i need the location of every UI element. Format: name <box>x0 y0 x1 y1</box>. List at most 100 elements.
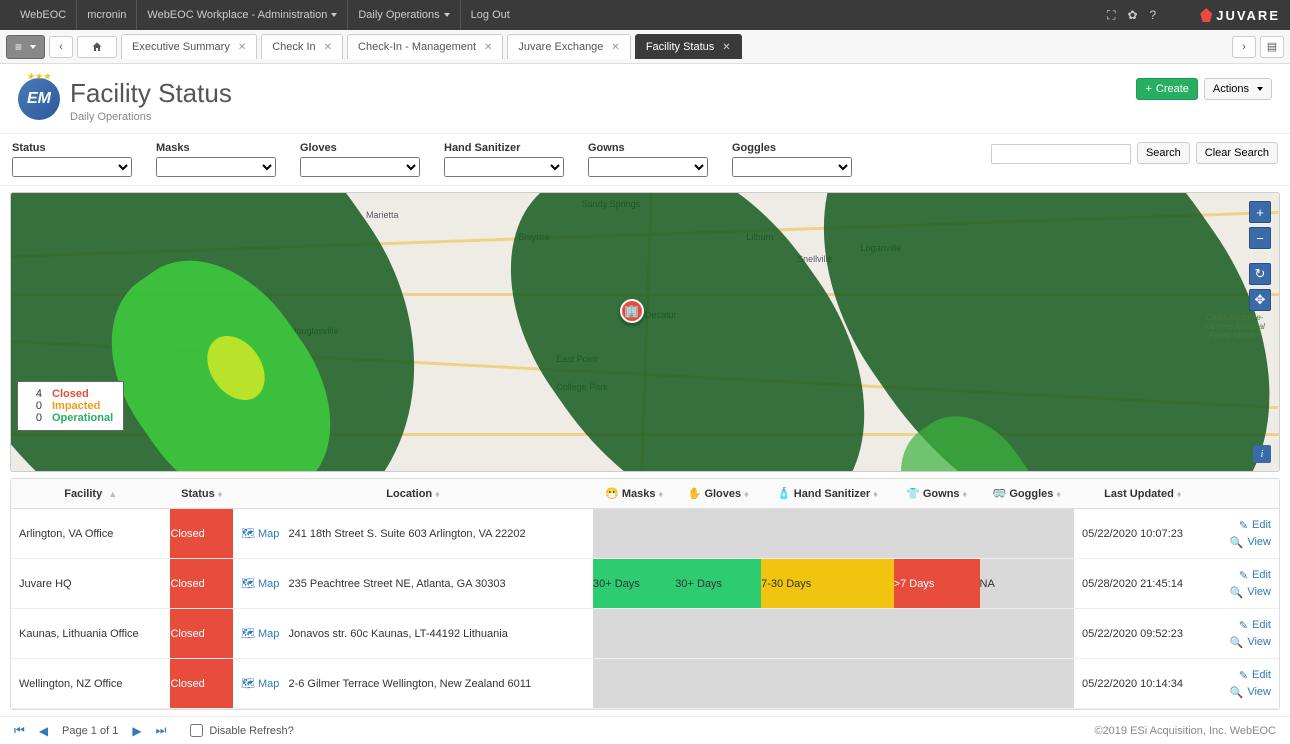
col-updated[interactable]: Last Updated♦ <box>1074 479 1211 509</box>
actions-button[interactable]: Actions <box>1204 78 1272 100</box>
brand-text: JUVARE <box>1216 8 1280 23</box>
map-info-button[interactable]: i <box>1253 445 1271 463</box>
search-input[interactable] <box>991 144 1131 164</box>
tab-executive-summary[interactable]: Executive Summary✕ <box>121 34 257 59</box>
city-label: East Point <box>556 354 597 364</box>
disable-refresh-toggle[interactable]: Disable Refresh? <box>190 724 293 737</box>
filter-gloves-select[interactable] <box>300 157 420 177</box>
tab-prev-button[interactable]: ‹ <box>49 36 73 58</box>
map[interactable]: Sandy Springs Smyrna Decatur East Point … <box>10 192 1280 472</box>
filter-row: Status Masks Gloves Hand Sanitizer Gowns… <box>0 134 1290 186</box>
supply-empty-cell <box>593 509 1074 559</box>
user-name[interactable]: mcronin <box>77 0 137 30</box>
top-bar: WebEOC mcronin WebEOC Workplace - Admini… <box>0 0 1290 30</box>
menu-workplace[interactable]: WebEOC Workplace - Administration <box>137 0 348 30</box>
filter-gowns-select[interactable] <box>588 157 708 177</box>
map-link[interactable]: 🗺 Map <box>241 577 279 590</box>
home-tab[interactable] <box>77 36 117 58</box>
refresh-map-button[interactable]: ↻ <box>1249 263 1271 285</box>
row-actions: ✎ Edit 🔍 View <box>1212 509 1280 559</box>
tab-list-button[interactable]: ▤ <box>1260 36 1284 58</box>
menu-daily-ops-label: Daily Operations <box>358 9 439 21</box>
close-icon[interactable]: ✕ <box>722 42 730 53</box>
updated-cell: 05/22/2020 10:14:34 <box>1074 659 1211 709</box>
gear-icon[interactable]: ✿ <box>1127 8 1137 22</box>
tab-check-in-management[interactable]: Check-In - Management✕ <box>347 34 503 59</box>
view-link[interactable]: 🔍 View <box>1212 584 1280 601</box>
filter-sanitizer-select[interactable] <box>444 157 564 177</box>
tab-facility-status[interactable]: Facility Status✕ <box>635 34 742 59</box>
legend-impacted: Impacted <box>52 400 100 412</box>
logout-link[interactable]: Log Out <box>461 0 520 30</box>
clear-search-button[interactable]: Clear Search <box>1196 142 1278 164</box>
edit-link[interactable]: ✎ Edit <box>1212 617 1280 634</box>
zoom-out-button[interactable]: − <box>1249 227 1271 249</box>
location-cell: 🗺 Map 235 Peachtree Street NE, Atlanta, … <box>233 559 593 609</box>
pencil-icon: ✎ <box>1239 519 1248 532</box>
supply-goggles-cell: NA <box>980 559 1074 609</box>
help-icon[interactable]: ? <box>1150 8 1157 22</box>
search-button[interactable]: Search <box>1137 142 1190 164</box>
filter-masks-select[interactable] <box>156 157 276 177</box>
app-name[interactable]: WebEOC <box>10 0 77 30</box>
recenter-button[interactable]: ✥ <box>1249 289 1271 311</box>
sort-icon: ♦ <box>744 489 749 499</box>
legend-count: 0 <box>28 400 42 412</box>
tab-next-button[interactable]: › <box>1232 36 1256 58</box>
footer: ⏮ ◀ Page 1 of 1 ▶ ⏭ Disable Refresh? ©20… <box>0 716 1290 744</box>
caret-icon <box>444 13 450 17</box>
edit-link[interactable]: ✎ Edit <box>1212 567 1280 584</box>
close-icon[interactable]: ✕ <box>324 42 332 53</box>
close-icon[interactable]: ✕ <box>611 42 619 53</box>
edit-link[interactable]: ✎ Edit <box>1212 517 1280 534</box>
edit-link[interactable]: ✎ Edit <box>1212 667 1280 684</box>
menu-button[interactable]: ≡ <box>6 35 45 59</box>
filter-gowns-label: Gowns <box>588 142 708 154</box>
view-link[interactable]: 🔍 View <box>1212 534 1280 551</box>
view-link[interactable]: 🔍 View <box>1212 634 1280 651</box>
row-actions: ✎ Edit 🔍 View <box>1212 559 1280 609</box>
next-page-button[interactable]: ▶ <box>132 724 141 738</box>
disable-refresh-checkbox[interactable] <box>190 724 203 737</box>
caret-icon <box>331 13 337 17</box>
col-sanitizer[interactable]: 🧴 Hand Sanitizer♦ <box>761 479 894 509</box>
sort-icon: ♦ <box>659 489 664 499</box>
prev-page-button[interactable]: ◀ <box>39 724 48 738</box>
facility-cell: Juvare HQ <box>11 559 170 609</box>
table-row: Wellington, NZ OfficeClosed🗺 Map 2-6 Gil… <box>11 659 1279 709</box>
col-facility[interactable]: Facility ▲ <box>11 479 170 509</box>
fullscreen-icon[interactable]: ⛶ <box>1107 8 1115 23</box>
filter-goggles-select[interactable] <box>732 157 852 177</box>
col-masks[interactable]: 😷 Masks♦ <box>593 479 675 509</box>
sanitizer-icon: 🧴 <box>777 488 791 500</box>
map-road <box>11 293 1279 296</box>
caret-icon <box>30 45 36 49</box>
tab-bar: ≡ ‹ Executive Summary✕ Check In✕ Check-I… <box>0 30 1290 64</box>
create-button[interactable]: +Create <box>1136 78 1197 100</box>
col-gloves[interactable]: ✋ Gloves♦ <box>675 479 761 509</box>
first-page-button[interactable]: ⏮ <box>14 723 25 738</box>
status-cell: Closed <box>170 559 233 609</box>
last-page-button[interactable]: ⏭ <box>156 723 167 738</box>
page-title: Facility Status <box>70 78 232 109</box>
col-goggles[interactable]: 🥽 Goggles♦ <box>980 479 1074 509</box>
legend-closed: Closed <box>52 388 89 400</box>
map-link[interactable]: 🗺 Map <box>241 677 279 690</box>
col-location[interactable]: Location♦ <box>233 479 593 509</box>
col-gowns[interactable]: 👕 Gowns♦ <box>894 479 980 509</box>
table-row: Kaunas, Lithuania OfficeClosed🗺 Map Jona… <box>11 609 1279 659</box>
tab-check-in[interactable]: Check In✕ <box>261 34 343 59</box>
zoom-in-button[interactable]: + <box>1249 201 1271 223</box>
filter-status-select[interactable] <box>12 157 132 177</box>
map-link[interactable]: 🗺 Map <box>241 627 279 640</box>
tab-juvare-exchange[interactable]: Juvare Exchange✕ <box>507 34 630 59</box>
map-link[interactable]: 🗺 Map <box>241 527 279 540</box>
menu-daily-ops[interactable]: Daily Operations <box>348 0 460 30</box>
map-marker[interactable]: 🏢 <box>620 299 644 323</box>
plus-icon: + <box>1145 83 1151 95</box>
view-link[interactable]: 🔍 View <box>1212 684 1280 701</box>
close-icon[interactable]: ✕ <box>238 42 246 53</box>
col-status[interactable]: Status♦ <box>170 479 233 509</box>
sort-icon: ♦ <box>1056 489 1061 499</box>
close-icon[interactable]: ✕ <box>484 42 492 53</box>
